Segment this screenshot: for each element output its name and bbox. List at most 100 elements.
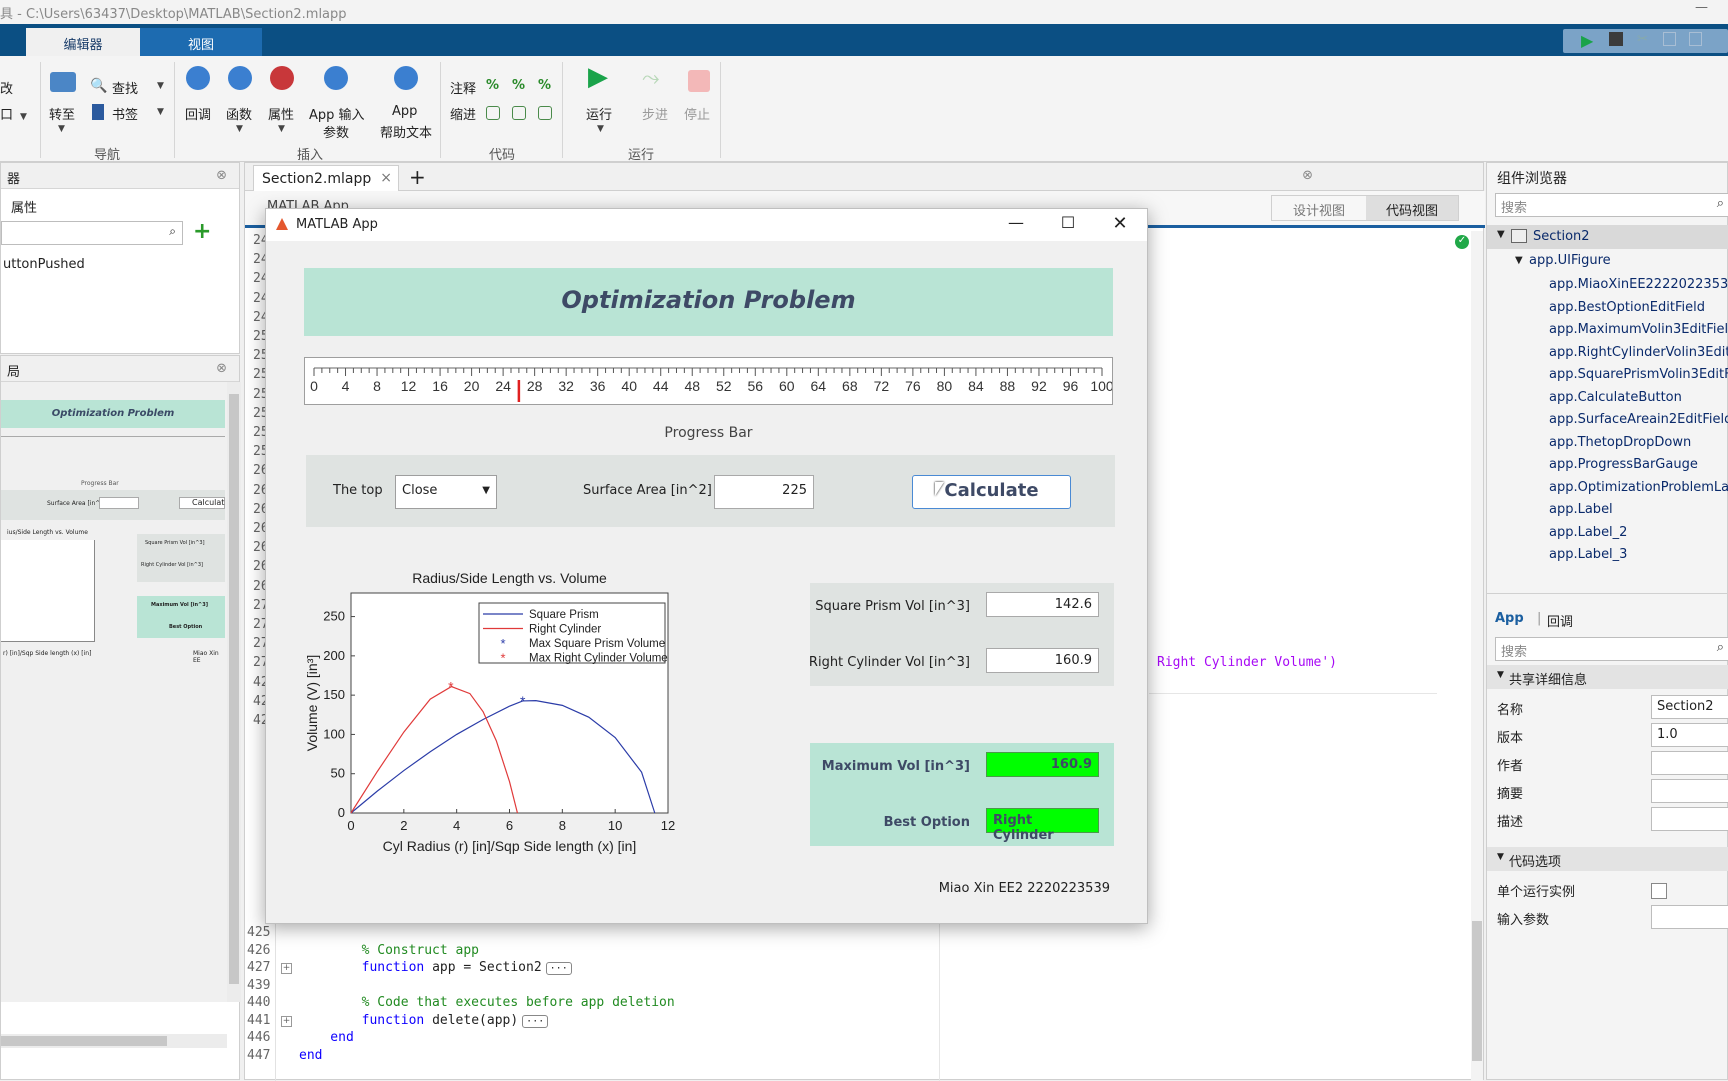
chevron-down-icon[interactable]: ▼ xyxy=(1497,670,1504,680)
surface-area-field[interactable]: 225 xyxy=(714,475,814,509)
tree-root-row[interactable]: ▼ Section2 xyxy=(1487,225,1728,249)
section-shared-details[interactable]: ▼ 共享详细信息 xyxy=(1487,665,1728,689)
tree-figure[interactable]: app.UIFigure xyxy=(1529,253,1611,268)
maximize-icon[interactable]: ☐ xyxy=(1045,209,1091,241)
app-help-button[interactable]: App xyxy=(392,104,417,119)
close-icon[interactable]: ⊗ xyxy=(216,168,227,183)
property-button[interactable]: 属性 xyxy=(268,104,294,123)
callback-list-item[interactable]: uttonPushed xyxy=(3,257,85,272)
code-view-button[interactable]: 代码视图 xyxy=(1366,196,1458,220)
tree-item[interactable]: app.RightCylinderVolin3EditFi xyxy=(1549,345,1728,360)
square-prism-field[interactable]: 142.6 xyxy=(986,592,1099,617)
bookmark-icon[interactable] xyxy=(92,104,104,120)
tree-item[interactable]: app.ProgressBarGauge xyxy=(1549,457,1698,472)
chevron-down-icon[interactable]: ▼ xyxy=(58,124,65,134)
decrease-indent-icon[interactable] xyxy=(512,106,526,120)
best-option-field[interactable]: Right Cylinder xyxy=(986,808,1099,843)
tree-root[interactable]: Section2 xyxy=(1533,229,1590,244)
callback-button[interactable]: 回调 xyxy=(185,104,211,123)
close-icon[interactable]: ✕ xyxy=(1097,209,1143,241)
close-icon[interactable]: × xyxy=(380,170,392,186)
save-icon[interactable] xyxy=(1609,32,1623,46)
tree-item[interactable]: app.Label_2 xyxy=(1549,525,1627,540)
design-view-button[interactable]: 设计视图 xyxy=(1272,196,1366,220)
uncomment-icon[interactable]: % xyxy=(512,78,525,93)
increase-indent-icon[interactable] xyxy=(538,106,552,120)
vertical-scrollbar[interactable] xyxy=(227,382,241,1002)
run-icon[interactable]: ▶ xyxy=(1581,31,1593,50)
fold-toggle-icon[interactable]: + xyxy=(281,963,292,974)
prop-field[interactable] xyxy=(1651,779,1728,803)
add-tab-button[interactable]: + xyxy=(409,165,426,189)
close-icon[interactable]: ⊗ xyxy=(1302,168,1313,183)
tree-item[interactable]: app.BestOptionEditField xyxy=(1549,300,1705,315)
indent-button[interactable]: 缩进 xyxy=(450,104,476,123)
goto-icon[interactable] xyxy=(50,72,76,92)
find-button[interactable]: 查找 xyxy=(112,78,138,97)
comment-button[interactable]: 注释 xyxy=(450,78,476,97)
input-params-field[interactable] xyxy=(1651,905,1728,929)
run-button[interactable]: 运行 xyxy=(586,104,612,123)
tree-item[interactable]: app.ThetopDropDown xyxy=(1549,435,1691,450)
scrollbar-thumb[interactable] xyxy=(1,1036,167,1046)
close-icon[interactable]: ⊗ xyxy=(216,361,227,376)
chevron-down-icon[interactable]: ▼ xyxy=(1497,852,1504,862)
chevron-down-icon[interactable]: ▼ xyxy=(157,107,164,117)
chevron-down-icon[interactable]: ▼ xyxy=(1497,229,1505,240)
chevron-down-icon[interactable]: ▼ xyxy=(278,124,285,134)
percent-icon[interactable]: % xyxy=(486,78,499,93)
app-input-icon[interactable] xyxy=(324,66,348,90)
cut-icon[interactable]: ✂ xyxy=(1637,32,1648,47)
paste-icon[interactable] xyxy=(1689,32,1702,46)
partial-label-b[interactable]: 口 xyxy=(0,104,13,123)
function-icon[interactable] xyxy=(228,66,252,90)
tree-item[interactable]: app.Label_3 xyxy=(1549,547,1627,562)
chevron-down-icon[interactable]: ▼ xyxy=(20,112,27,122)
app-input-button[interactable]: App 输入 xyxy=(309,104,365,123)
scrollbar-thumb[interactable] xyxy=(1472,921,1482,1061)
collapsed-code-icon[interactable]: ··· xyxy=(545,962,572,975)
scrollbar-thumb[interactable] xyxy=(229,394,239,984)
app-input-button-line2[interactable]: 参数 xyxy=(323,122,349,141)
copy-icon[interactable] xyxy=(1663,32,1676,46)
search-icon[interactable]: 🔍 xyxy=(90,78,107,94)
minimize-icon[interactable]: — xyxy=(1695,0,1708,15)
callback-search-input[interactable]: ⌕ xyxy=(1,221,183,245)
property-icon[interactable] xyxy=(270,66,294,90)
prop-field[interactable]: 1.0 xyxy=(1651,723,1728,747)
tab-editor[interactable]: 编辑器 xyxy=(26,28,140,56)
wrap-comment-icon[interactable]: % xyxy=(538,78,551,93)
goto-button[interactable]: 转至 xyxy=(49,104,75,123)
section-code-options[interactable]: ▼ 代码选项 xyxy=(1487,847,1728,871)
maximum-vol-field[interactable]: 160.9 xyxy=(986,752,1099,777)
tab-properties[interactable]: 属性 xyxy=(11,197,37,216)
tree-item[interactable]: app.CalculateButton xyxy=(1549,390,1682,405)
chevron-down-icon[interactable]: ▼ xyxy=(482,485,490,496)
app-help-button-line2[interactable]: 帮助文本 xyxy=(380,122,432,141)
right-cylinder-field[interactable]: 160.9 xyxy=(986,648,1099,673)
smart-indent-icon[interactable] xyxy=(486,106,500,120)
chevron-down-icon[interactable]: ▼ xyxy=(597,124,604,134)
tree-item[interactable]: app.SquarePrismVolin3EditFie xyxy=(1549,367,1728,382)
tree-item[interactable]: app.Label xyxy=(1549,502,1613,517)
single-instance-checkbox[interactable] xyxy=(1651,883,1667,899)
prop-field[interactable] xyxy=(1651,751,1728,775)
chevron-down-icon[interactable]: ▼ xyxy=(236,124,243,134)
play-icon[interactable]: ▶ xyxy=(588,62,608,92)
bookmark-button[interactable]: 书签 xyxy=(112,104,138,123)
callback-icon[interactable] xyxy=(186,66,210,90)
component-search-input[interactable]: 搜索 ⌕ xyxy=(1495,193,1728,217)
fold-toggle-icon[interactable]: + xyxy=(281,1015,292,1027)
prop-field[interactable] xyxy=(1651,807,1728,831)
horizontal-scrollbar[interactable] xyxy=(1,1034,227,1048)
tree-item[interactable]: app.MiaoXinEE22220223539L xyxy=(1549,277,1728,292)
tree-item[interactable]: app.MaximumVolin3EditField xyxy=(1549,322,1728,337)
chevron-down-icon[interactable]: ▼ xyxy=(157,81,164,91)
chevron-down-icon[interactable]: ▼ xyxy=(1515,255,1523,266)
add-icon[interactable]: + xyxy=(193,219,211,244)
prop-field[interactable]: Section2 xyxy=(1651,695,1728,719)
tab-callback[interactable]: 回调 xyxy=(1547,611,1573,630)
collapsed-code-icon[interactable]: ··· xyxy=(522,1014,549,1028)
tree-item[interactable]: app.OptimizationProblemLabe xyxy=(1549,480,1728,495)
minimize-icon[interactable]: — xyxy=(993,209,1039,241)
